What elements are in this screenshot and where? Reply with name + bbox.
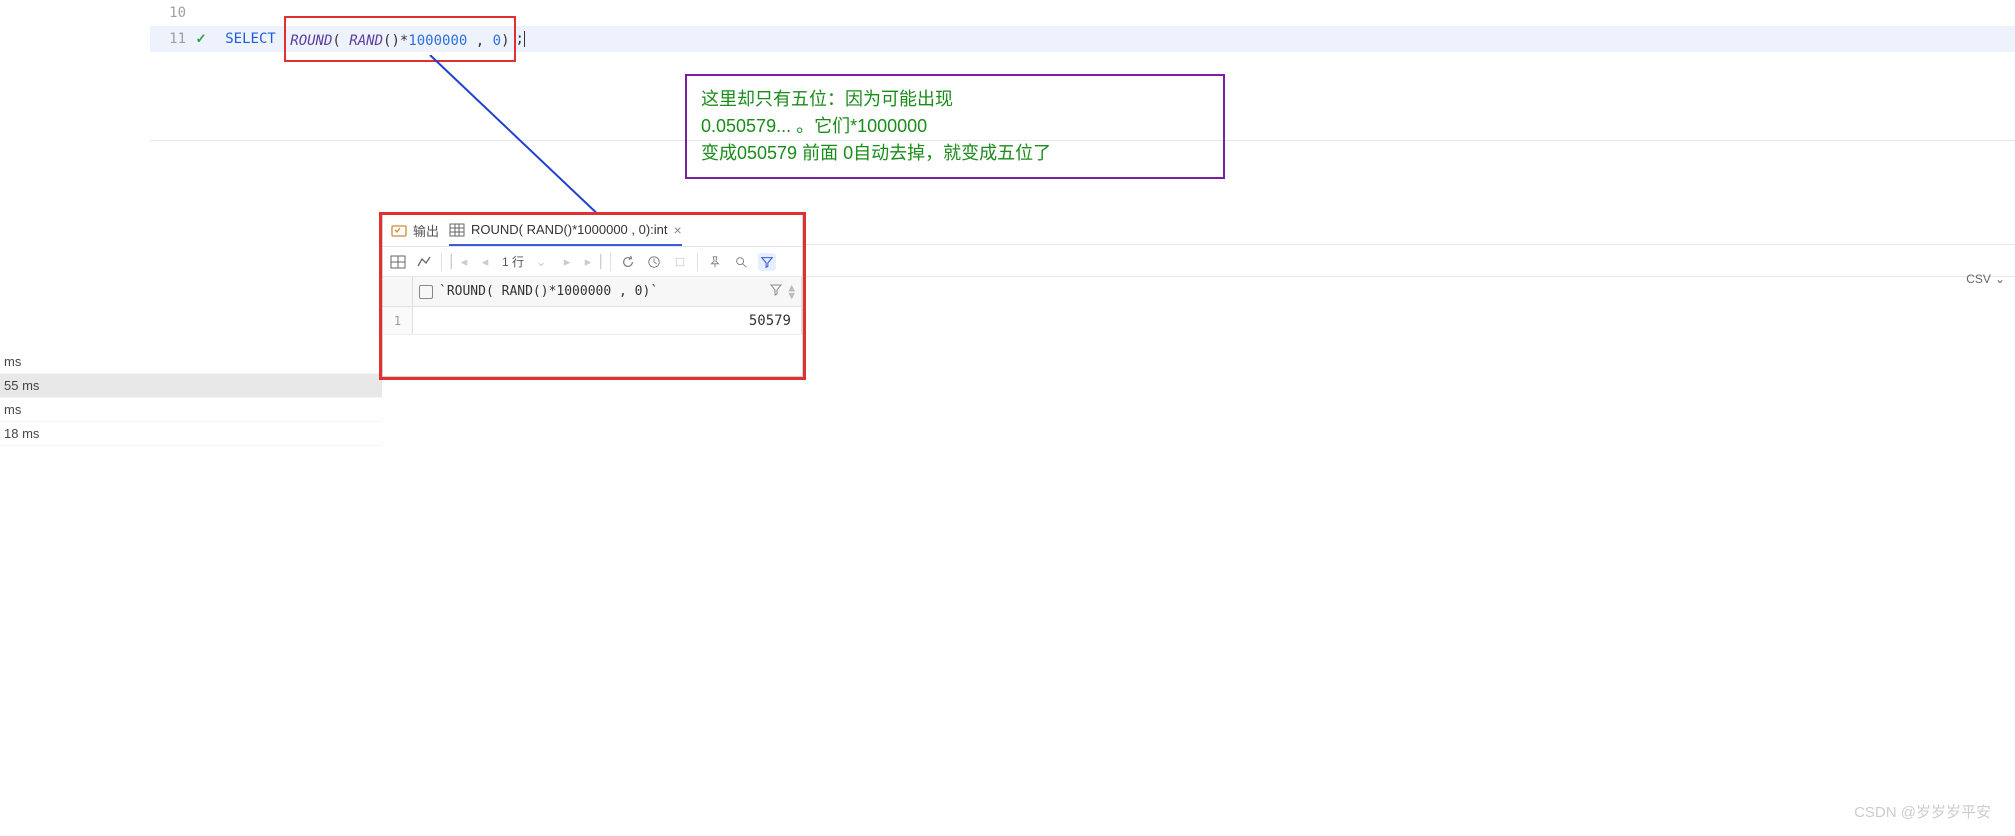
refresh-icon <box>621 255 635 269</box>
rows-dropdown[interactable]: ⌄ <box>532 253 550 271</box>
chevron-down-icon: ⌄ <box>1995 272 2005 286</box>
side-panel: ms 55 ms ms 18 ms <box>0 350 382 446</box>
table-icon <box>449 222 465 238</box>
filter-settings-icon <box>760 254 774 270</box>
row-number: 1 <box>383 307 413 334</box>
tab-label: ROUND( RAND()*1000000 , 0):int <box>471 222 668 237</box>
toolbar-border <box>806 276 2015 277</box>
keyword-select: SELECT <box>225 31 276 47</box>
annotation-text: 这里却只有五位：因为可能出现 <box>701 86 1209 113</box>
punct: ) <box>391 33 399 49</box>
grid-header-row: `ROUND( RAND()*1000000 , 0)` ▲▼ <box>383 277 802 307</box>
watermark: CSDN @岁岁岁平安 <box>1854 801 1991 822</box>
annotation-note: 这里却只有五位：因为可能出现 0.050579... 。它们*1000000 变… <box>685 74 1225 179</box>
annotation-text: 变成050579 前面 0自动去掉，就变成五位了 <box>701 140 1209 167</box>
stop-icon <box>674 256 686 268</box>
results-highlight-box: 输出 ROUND( RAND()*1000000 , 0):int × ▏◂ ◂… <box>379 212 806 380</box>
row-number-header <box>383 277 413 306</box>
chart-icon <box>416 254 432 270</box>
punct: ( <box>332 33 340 49</box>
gutter-line-number: 10 <box>150 0 192 26</box>
table-row[interactable]: 1 50579 <box>383 307 802 335</box>
text-cursor <box>524 31 525 47</box>
filter-settings-button[interactable] <box>758 253 776 271</box>
results-toolbar: ▏◂ ◂ 1 行 ⌄ ▸ ▸▕ <box>383 247 802 277</box>
tab-output[interactable]: 输出 <box>391 215 439 246</box>
view-table-button[interactable] <box>389 253 407 271</box>
last-page-button[interactable]: ▸▕ <box>584 253 602 271</box>
view-chart-button[interactable] <box>415 253 433 271</box>
tab-result[interactable]: ROUND( RAND()*1000000 , 0):int × <box>449 215 682 246</box>
csv-label: CSV <box>1966 272 1991 286</box>
search-icon <box>734 255 748 269</box>
search-button[interactable] <box>732 253 750 271</box>
column-header-label: `ROUND( RAND()*1000000 , 0)` <box>439 284 764 299</box>
code-editor[interactable]: 10 11 ✓ SELECT ROUND( RAND()*1000000 , 0… <box>150 0 2015 52</box>
grid-icon <box>390 254 406 270</box>
next-page-button[interactable]: ▸ <box>558 253 576 271</box>
filter-icon[interactable] <box>770 284 782 300</box>
history-button[interactable] <box>645 253 663 271</box>
number-literal: 1000000 <box>408 33 467 49</box>
close-icon[interactable]: × <box>674 222 682 238</box>
prev-page-button[interactable]: ◂ <box>476 253 494 271</box>
separator <box>441 253 442 271</box>
function-round: ROUND <box>290 33 332 49</box>
cell-value[interactable]: 50579 <box>413 307 802 334</box>
separator <box>697 253 698 271</box>
pin-icon <box>708 255 722 269</box>
sort-icon[interactable]: ▲▼ <box>788 284 795 300</box>
side-row[interactable]: ms <box>0 398 382 422</box>
results-grid: `ROUND( RAND()*1000000 , 0)` ▲▼ 1 50579 <box>383 277 802 376</box>
punct: , <box>476 33 484 49</box>
refresh-button[interactable] <box>619 253 637 271</box>
function-rand: RAND <box>349 33 383 49</box>
side-row[interactable]: 18 ms <box>0 422 382 446</box>
toolbar-border <box>806 244 2015 245</box>
tab-label: 输出 <box>413 221 439 240</box>
results-panel: 输出 ROUND( RAND()*1000000 , 0):int × ▏◂ ◂… <box>382 215 803 377</box>
gutter-line-number: 11 <box>150 26 192 52</box>
punct: ) <box>501 33 509 49</box>
check-icon: ✓ <box>196 26 214 52</box>
stop-button[interactable] <box>671 253 689 271</box>
output-icon <box>391 223 407 239</box>
annotation-text: 0.050579... 。它们*1000000 <box>701 113 1209 140</box>
pin-button[interactable] <box>706 253 724 271</box>
clock-icon <box>647 255 661 269</box>
column-header[interactable]: `ROUND( RAND()*1000000 , 0)` ▲▼ <box>413 277 802 306</box>
side-row[interactable]: ms <box>0 350 382 374</box>
column-type-icon <box>419 285 433 299</box>
first-page-button[interactable]: ▏◂ <box>450 253 468 271</box>
number-literal: 0 <box>493 33 501 49</box>
results-tab-bar: 输出 ROUND( RAND()*1000000 , 0):int × <box>383 215 802 247</box>
side-row[interactable]: 55 ms <box>0 374 382 398</box>
export-csv-button[interactable]: CSV ⌄ <box>1966 272 2005 286</box>
separator <box>610 253 611 271</box>
row-count-label: 1 行 <box>502 253 524 270</box>
punct: ; <box>516 31 524 47</box>
